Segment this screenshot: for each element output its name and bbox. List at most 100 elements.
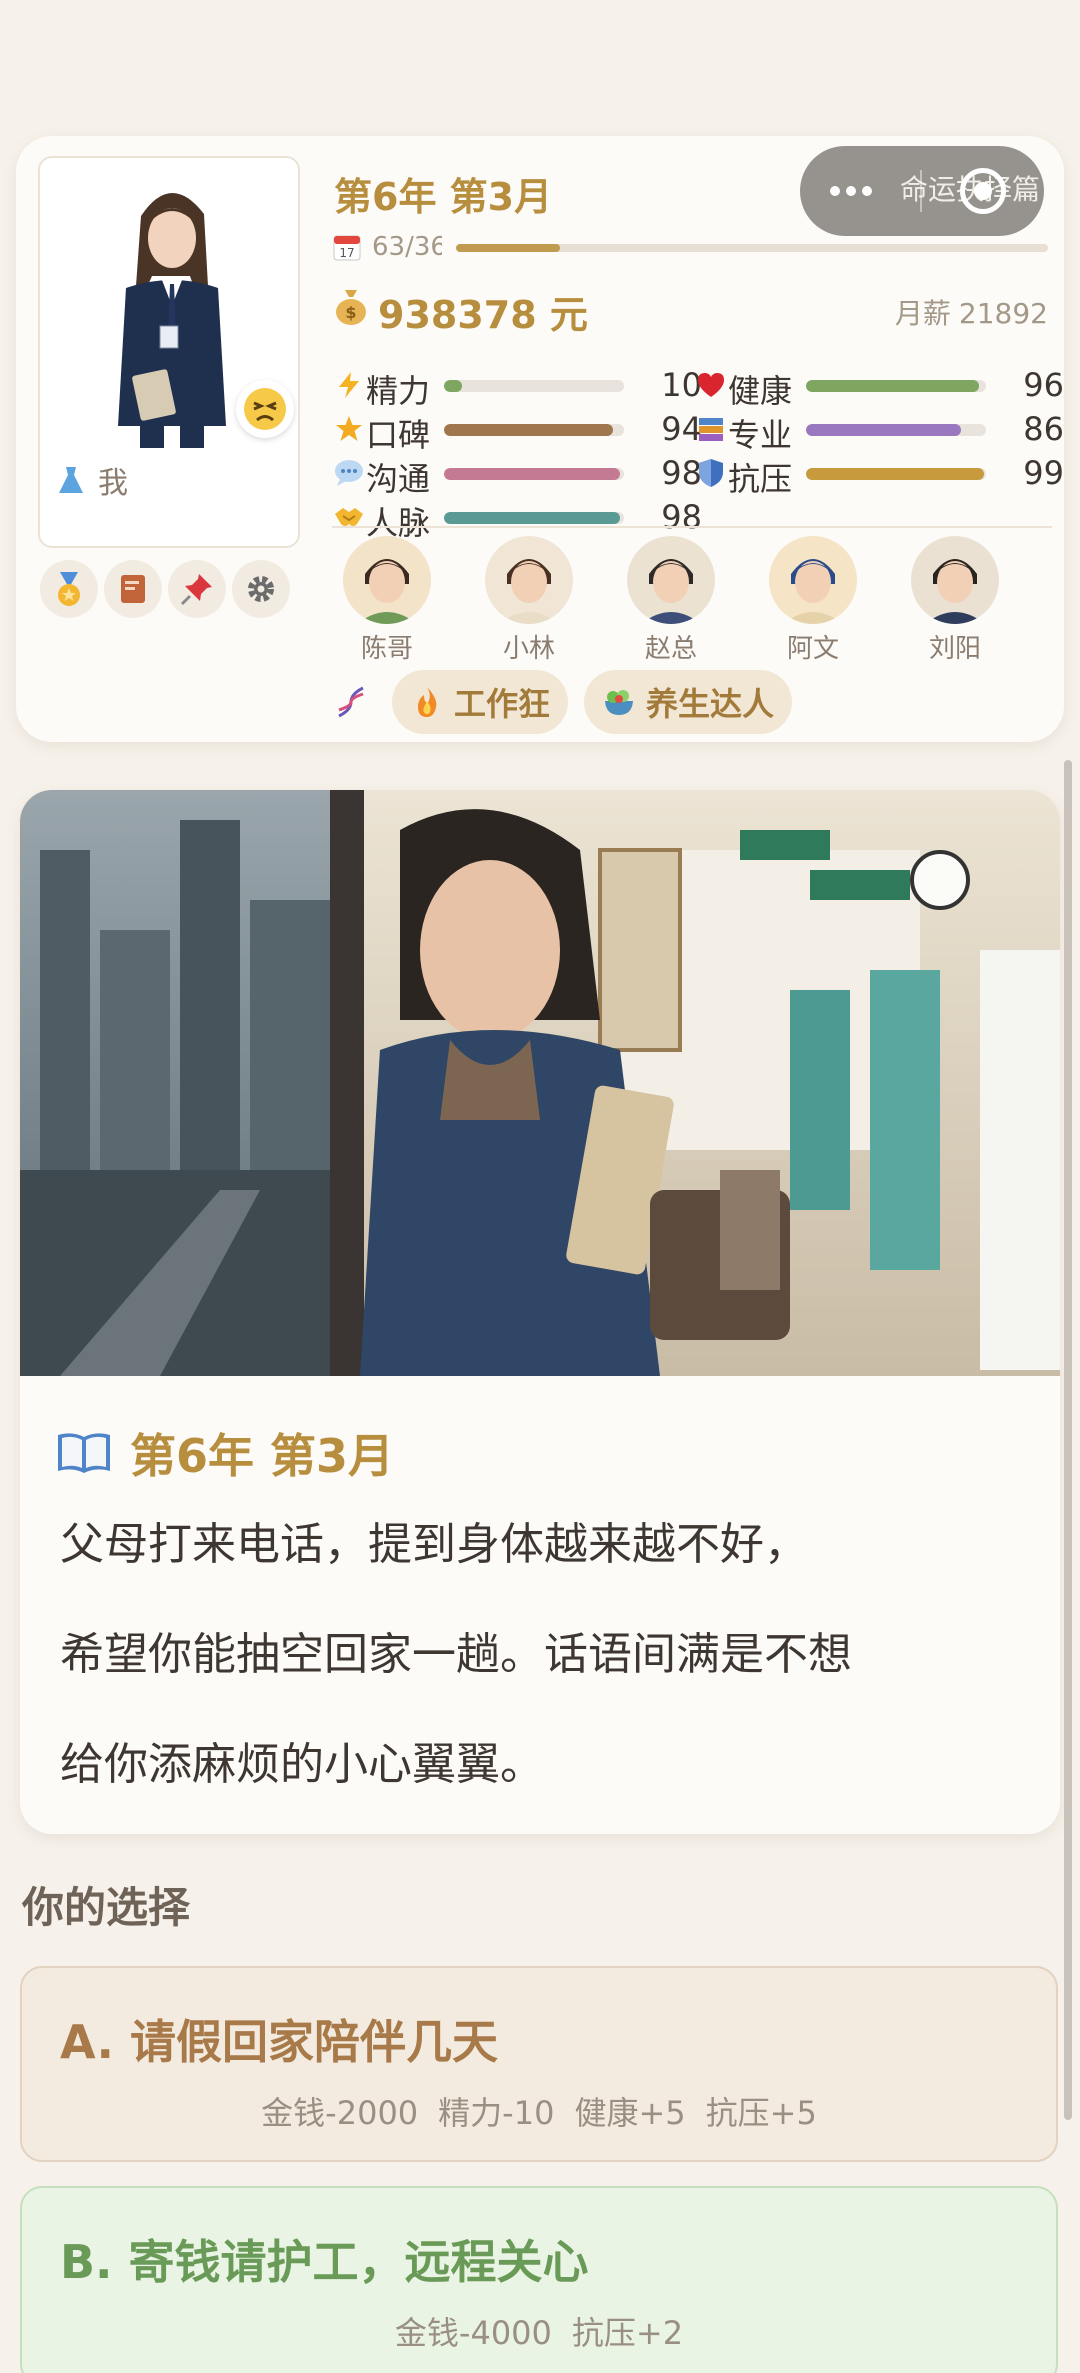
stat-speech-bubble: 沟通 98 [332,454,702,498]
story-card: 第6年 第3月 父母打来电话，提到身体越来越不好， 希望你能抽空回家一趟。话语间… [20,790,1060,1834]
choice-title: B. 寄钱请护工，远程关心 [60,2235,589,2289]
npc-avatar [627,536,715,624]
stat-value: 10 [661,366,702,404]
trait-label: 工作狂 [454,685,551,723]
salad-bowl-icon [605,690,634,715]
money-value: 938378 元 [378,293,588,337]
stat-value: 86 [1023,410,1064,448]
pin-button[interactable] [168,560,226,618]
stat-fill [806,380,979,392]
fire-icon [418,687,437,717]
salary-value: 21892 [958,297,1048,330]
trait-label: 养生达人 [646,685,775,723]
stat-bar [444,512,624,524]
effect-tag: 抗压+2 [571,2314,684,2352]
money-row: $ 938378 元 月薪 21892 [332,282,1052,337]
npc-item[interactable]: 阿文 [758,536,868,665]
stat-lightning: 精力 10 [332,366,702,410]
shield-icon [694,456,728,490]
trait-chip-health[interactable]: 养生达人 [584,670,793,734]
settings-button[interactable] [232,560,290,618]
stat-label: 沟通 [366,460,431,498]
choice-effects: 金钱-2000 精力-10 健康+5 抗压+5 [22,2088,1056,2134]
player-name-row: 我 [54,458,128,502]
achievements-button[interactable] [40,560,98,618]
npc-avatar [911,536,999,624]
stat-fill [444,512,621,524]
stat-bar [444,468,624,480]
story-line: 希望你能抽空回家一趟。话语间满是不想 [60,1629,852,1680]
story-illustration [20,790,1060,1376]
books-icon [694,412,728,446]
stat-fill [444,380,462,392]
stat-heart: 健康 96 [694,366,1064,410]
stat-value: 94 [661,410,702,448]
stat-shield: 抗压 99 [694,454,1064,498]
stat-fill [806,468,985,480]
effect-tag: 健康+5 [574,2094,686,2132]
dna-icon [332,683,370,721]
npc-item[interactable]: 刘阳 [900,536,1010,665]
npc-avatar [343,536,431,624]
progress-text: 63/360 [372,232,442,262]
npc-name: 赵总 [644,634,697,664]
stat-label: 健康 [728,372,793,410]
npc-item[interactable]: 小林 [474,536,584,665]
stat-label: 抗压 [728,460,793,498]
calendar-icon: 17 [333,235,361,261]
stat-fill [444,424,614,436]
svg-text:$: $ [345,303,356,322]
player-portrait [118,192,226,448]
open-book-icon [58,1433,110,1473]
stat-handshake: 人脉 98 [332,498,702,542]
medal-icon [58,572,80,606]
close-miniprogram-button[interactable] [960,168,1006,214]
stat-fill [444,468,621,480]
gear-icon [248,576,274,602]
handshake-icon [332,500,366,534]
npc-name: 刘阳 [928,634,981,664]
story-header: 第6年 第3月 [56,1420,394,1486]
effect-tag: 金钱-2000 [261,2094,419,2132]
mini-program-capsule: 命运抉择篇 [800,146,1044,236]
lightning-icon [332,368,366,402]
stat-value: 98 [661,454,702,492]
stat-label: 专业 [728,416,793,454]
book-icon [121,575,145,603]
stat-bar [444,424,624,436]
money-bag-icon: $ [336,290,366,325]
effect-tag: 金钱-4000 [394,2314,552,2352]
npc-name: 阿文 [786,634,839,664]
npc-item[interactable]: 赵总 [616,536,726,665]
salary-label: 月薪 [894,297,951,330]
story-line: 给你添麻烦的小心翼翼。 [60,1739,544,1790]
npc-list: 陈哥 小林 赵总 阿文 刘阳 [332,536,1052,664]
scrollbar[interactable] [1064,760,1072,2120]
date-title: 第6年 第3月 [334,175,553,219]
pushpin-icon [180,574,212,606]
more-menu-button[interactable] [830,174,890,208]
npc-avatar [485,536,573,624]
choice-a-button[interactable]: A. 请假回家陪伴几天 金钱-2000 精力-10 健康+5 抗压+5 [20,1966,1058,2162]
stat-fill [806,424,961,436]
star-icon [332,412,366,446]
stat-label: 精力 [366,372,431,410]
stat-books: 专业 86 [694,410,1064,454]
trait-chip-workaholic[interactable]: 工作狂 [392,670,569,734]
story-line: 父母打来电话，提到身体越来越不好， [60,1519,808,1570]
journal-button[interactable] [104,560,162,618]
heart-icon [694,368,728,402]
effect-tag: 抗压+5 [705,2094,817,2132]
player-portrait-card[interactable]: 我 [38,156,300,548]
game-screen: 我 第6年 第3月 17 63/36 $ 938378 元 月薪 21892 精… [0,0,1080,2373]
npc-item[interactable]: 陈哥 [332,536,442,665]
choice-b-button[interactable]: B. 寄钱请护工，远程关心 金钱-4000 抗压+2 [20,2186,1058,2373]
progress-fill [456,244,560,252]
npc-name: 小林 [502,634,555,664]
capsule-divider [920,170,922,212]
svg-text:17: 17 [339,246,354,260]
monthly-salary: 月薪 21892 [895,292,1048,332]
stat-bar [806,380,986,392]
progress-bar [456,244,1048,252]
player-name: 我 [98,466,128,501]
